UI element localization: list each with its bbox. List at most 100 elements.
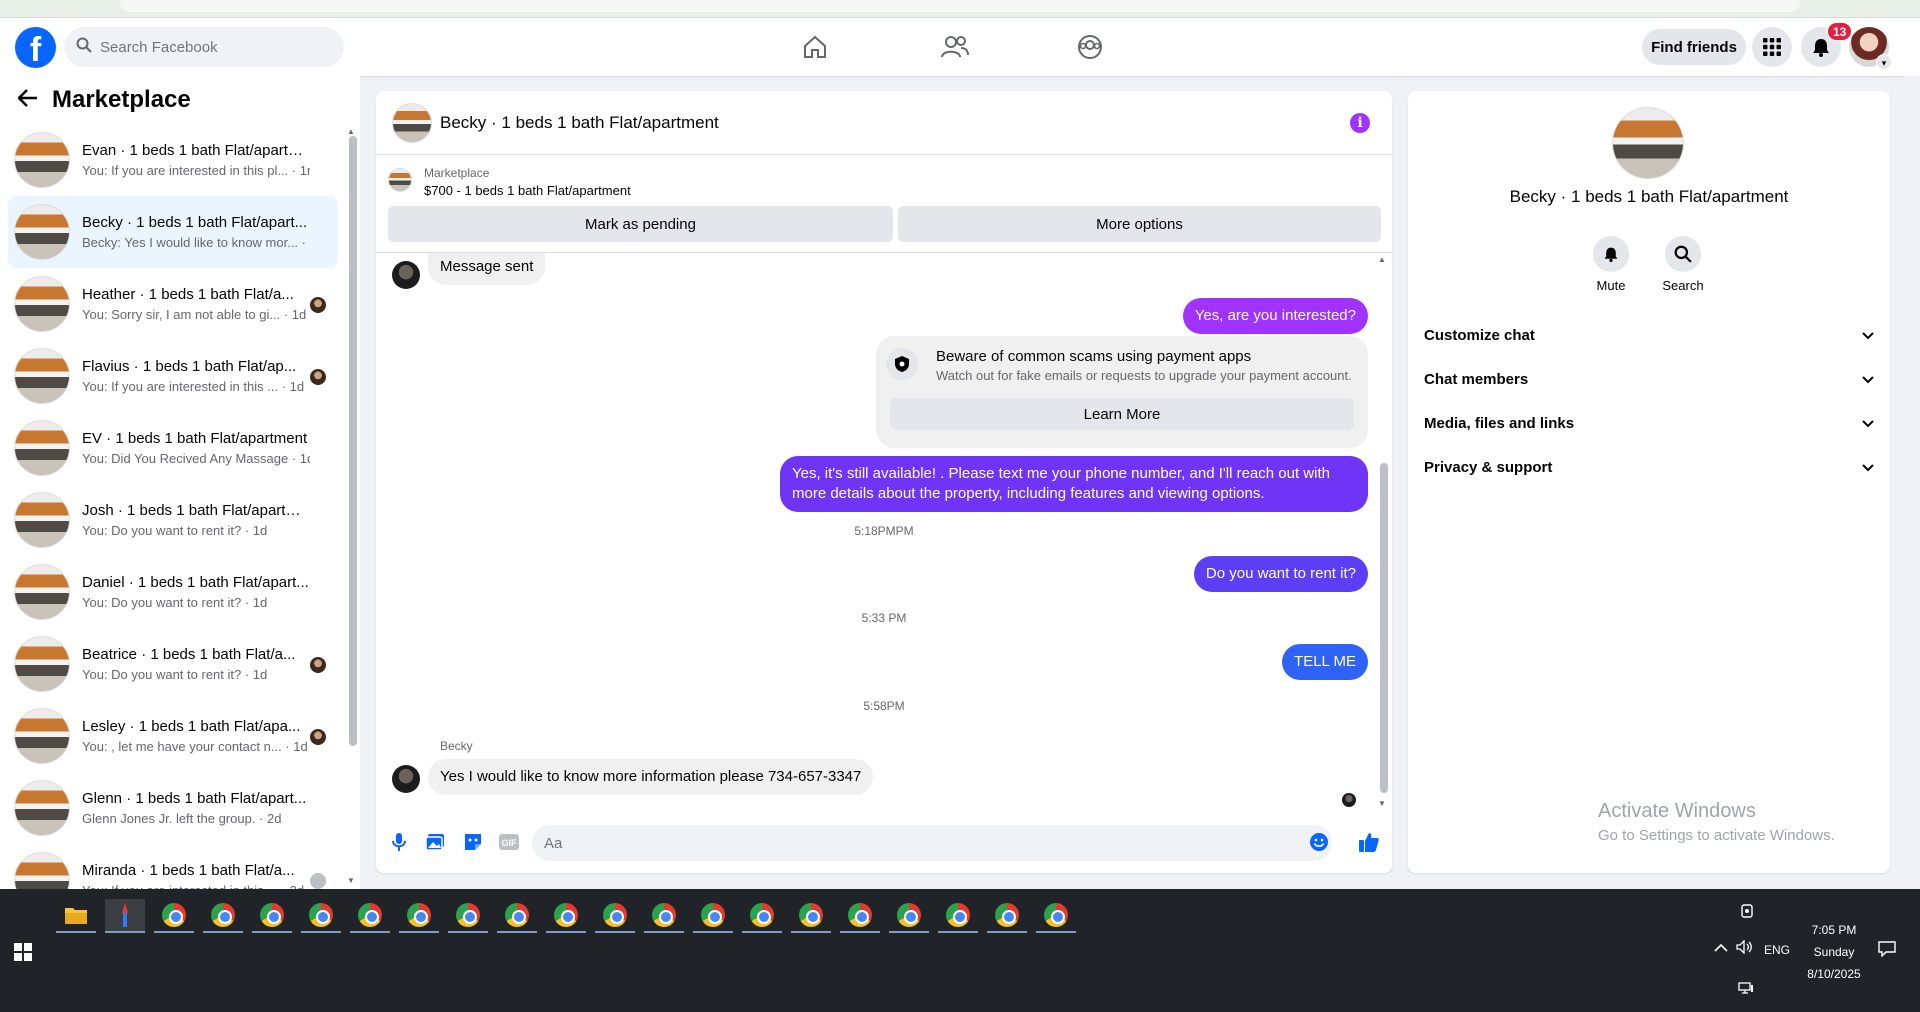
- page-scrollbar[interactable]: [1904, 76, 1920, 889]
- chrome-icon[interactable]: [448, 899, 488, 933]
- conversation-item[interactable]: Becky · 1 beds 1 bath Flat/apart... Becky…: [8, 196, 338, 268]
- photo-icon[interactable]: [424, 831, 446, 853]
- conversation-preview: You: If you are interested in this ... ·…: [82, 379, 305, 394]
- chrome-icon[interactable]: [1036, 899, 1076, 933]
- scroll-up-arrow-icon[interactable]: ▲: [1378, 255, 1386, 264]
- privacy-support-section[interactable]: Privacy & support: [1424, 447, 1874, 487]
- home-icon[interactable]: [800, 32, 830, 62]
- chat-members-section[interactable]: Chat members: [1424, 359, 1874, 399]
- chat-listing-thumbnail[interactable]: [392, 103, 432, 143]
- chrome-icon[interactable]: [497, 899, 537, 933]
- conversation-item[interactable]: Miranda · 1 beds 1 bath Flat/a...You: If…: [8, 844, 338, 889]
- microphone-icon[interactable]: [388, 831, 410, 853]
- chrome-icon[interactable]: [791, 899, 831, 933]
- listing-thumbnail: [14, 132, 70, 188]
- message-bubble-outgoing[interactable]: Do you want to rent it?: [1193, 556, 1368, 592]
- message-bubble-outgoing[interactable]: TELL ME: [1282, 644, 1368, 680]
- chrome-icon[interactable]: [840, 899, 880, 933]
- chrome-icon[interactable]: [546, 899, 586, 933]
- listing-price[interactable]: $700 - 1 beds 1 bath Flat/apartment: [424, 183, 631, 198]
- conversation-item[interactable]: Heather · 1 beds 1 bath Flat/a... You: So…: [8, 268, 338, 340]
- conversation-item[interactable]: Glenn · 1 beds 1 bath Flat/apart... Glenn…: [8, 772, 338, 844]
- conversation-item[interactable]: EV · 1 beds 1 bath Flat/apartment You: Di…: [8, 412, 338, 484]
- volume-icon[interactable]: [1736, 939, 1754, 957]
- find-friends-button[interactable]: Find friends: [1642, 29, 1746, 65]
- search-input[interactable]: [100, 38, 320, 56]
- chrome-icon[interactable]: [938, 899, 978, 933]
- listing-thumbnail: [14, 780, 70, 836]
- more-options-button[interactable]: More options: [898, 206, 1381, 242]
- gif-icon[interactable]: GIF: [498, 831, 520, 853]
- menu-grid-icon[interactable]: [1752, 27, 1792, 67]
- network-icon[interactable]: [1738, 982, 1754, 997]
- chrome-icon[interactable]: [399, 899, 439, 933]
- chrome-icon[interactable]: [742, 899, 782, 933]
- listing-thumbnail[interactable]: [388, 168, 412, 192]
- chat-title[interactable]: Becky · 1 beds 1 bath Flat/apartment: [440, 113, 719, 133]
- scroll-up-arrow-icon[interactable]: ▲: [347, 127, 355, 136]
- friends-icon[interactable]: [940, 32, 970, 62]
- listing-photo[interactable]: [1612, 107, 1684, 179]
- chrome-icon[interactable]: [301, 899, 341, 933]
- media-files-links-section[interactable]: Media, files and links: [1424, 403, 1874, 443]
- message-input[interactable]: [532, 825, 1332, 861]
- back-arrow-icon[interactable]: [17, 88, 38, 112]
- notification-center-icon[interactable]: [1878, 941, 1896, 960]
- pinned-app-icon[interactable]: [105, 899, 145, 933]
- chevron-up-icon[interactable]: [1714, 942, 1728, 956]
- sidebar-scrollbar[interactable]: [349, 136, 357, 746]
- conversation-item[interactable]: Daniel · 1 beds 1 bath Flat/apart... You:…: [8, 556, 338, 628]
- search-box[interactable]: [64, 27, 344, 67]
- contact-avatar[interactable]: [392, 261, 420, 289]
- message-bubble-incoming[interactable]: Message sent: [428, 253, 546, 285]
- chrome-icon[interactable]: [889, 899, 929, 933]
- conversation-preview: You: Did You Recived Any Massage · 1d: [82, 451, 310, 466]
- info-icon[interactable]: i: [1350, 113, 1370, 133]
- thumbs-up-icon[interactable]: [1358, 831, 1380, 853]
- input-language[interactable]: ENG: [1764, 943, 1790, 957]
- file-explorer-icon[interactable]: [56, 899, 96, 933]
- mute-button[interactable]: Mute: [1576, 236, 1646, 293]
- chrome-icon[interactable]: [350, 899, 390, 933]
- chrome-icon[interactable]: [203, 899, 243, 933]
- conversation-item[interactable]: Evan · 1 beds 1 bath Flat/apartm... You: …: [8, 124, 338, 196]
- chrome-icon[interactable]: [595, 899, 635, 933]
- meet-now-icon[interactable]: [1740, 904, 1754, 921]
- chat-scrollbar[interactable]: [1380, 463, 1388, 793]
- facebook-logo[interactable]: f: [15, 27, 56, 68]
- address-bar[interactable]: [120, 0, 1800, 12]
- listing-banner: Marketplace $700 - 1 beds 1 bath Flat/ap…: [376, 155, 1392, 253]
- shield-icon: [886, 348, 918, 380]
- learn-more-button[interactable]: Learn More: [890, 398, 1354, 430]
- sticker-icon[interactable]: [462, 831, 484, 853]
- chrome-icon[interactable]: [693, 899, 733, 933]
- section-label: Privacy & support: [1424, 458, 1553, 476]
- message-bubble-incoming[interactable]: Yes I would like to know more informatio…: [428, 759, 874, 795]
- scam-warning-title: Beware of common scams using payment app…: [936, 348, 1252, 365]
- message-bubble-outgoing[interactable]: Yes, it's still available! . Please text…: [780, 456, 1368, 512]
- chrome-icon[interactable]: [987, 899, 1027, 933]
- search-conversation-button[interactable]: Search: [1648, 236, 1718, 293]
- system-clock[interactable]: 7:05 PM Sunday 8/10/2025: [1796, 919, 1872, 985]
- scroll-down-arrow-icon[interactable]: ▼: [1378, 799, 1386, 808]
- watermark-title: Activate Windows: [1598, 800, 1756, 822]
- conversation-preview: Glenn Jones Jr. left the group. · 2d: [82, 811, 282, 826]
- browser-tabstrip: [0, 0, 1920, 18]
- customize-chat-section[interactable]: Customize chat: [1424, 315, 1874, 355]
- message-bubble-outgoing[interactable]: Yes, are you interested?: [1182, 298, 1368, 334]
- chrome-icon[interactable]: [154, 899, 194, 933]
- contact-avatar[interactable]: [392, 765, 420, 793]
- conversation-item[interactable]: Beatrice · 1 beds 1 bath Flat/a... You: D…: [8, 628, 338, 700]
- windows-start-icon[interactable]: [14, 943, 32, 961]
- conversation-item[interactable]: Flavius · 1 beds 1 bath Flat/ap... You: I…: [8, 340, 338, 412]
- mark-as-pending-button[interactable]: Mark as pending: [388, 206, 893, 242]
- scroll-down-arrow-icon[interactable]: ▼: [347, 876, 355, 885]
- conversation-item[interactable]: Josh · 1 beds 1 bath Flat/apartm... You: …: [8, 484, 338, 556]
- chrome-icon[interactable]: [252, 899, 292, 933]
- emoji-icon[interactable]: [1308, 831, 1330, 853]
- chrome-icon[interactable]: [644, 899, 684, 933]
- groups-icon[interactable]: [1075, 32, 1105, 62]
- conversation-item[interactable]: Lesley · 1 beds 1 bath Flat/apa... You: ,…: [8, 700, 338, 772]
- chevron-down-icon[interactable]: ▾: [1876, 54, 1892, 70]
- listing-thumbnail: [14, 852, 70, 889]
